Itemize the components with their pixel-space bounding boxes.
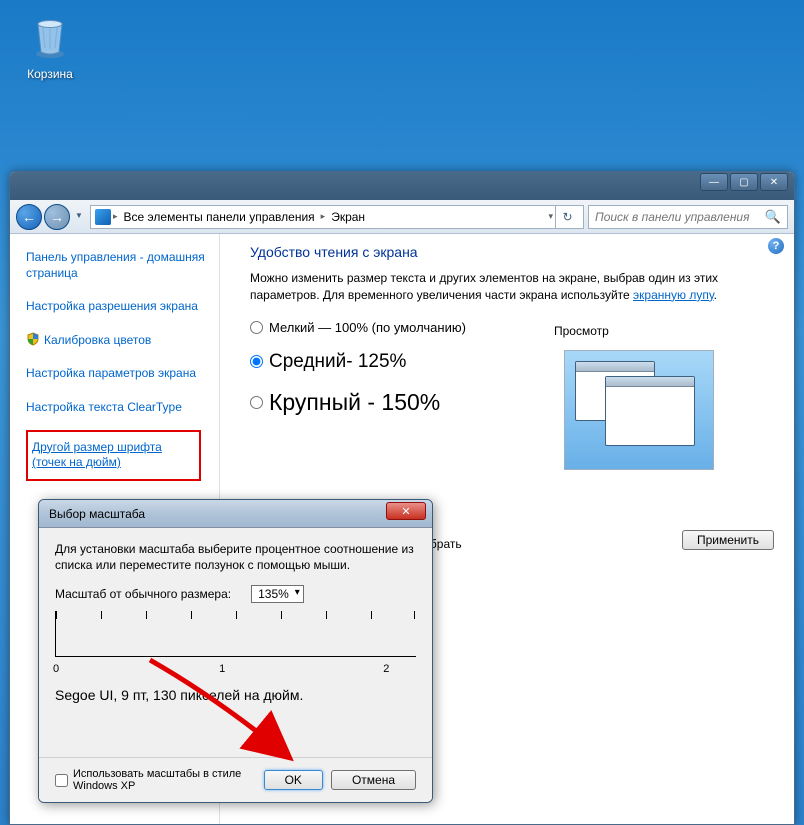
radio-large-label: Крупный - 150% bbox=[269, 389, 440, 416]
ruler-labels: 012 bbox=[55, 663, 416, 675]
sidebar-resolution-link[interactable]: Настройка разрешения экрана bbox=[26, 295, 211, 319]
breadcrumb-item-all[interactable]: Все элементы панели управления bbox=[120, 210, 319, 224]
maximize-button[interactable]: ▢ bbox=[730, 173, 758, 191]
nav-history-dropdown[interactable]: ▼ bbox=[72, 204, 86, 228]
nav-forward-button[interactable]: → bbox=[44, 204, 70, 230]
preview-area: Просмотр bbox=[554, 324, 754, 470]
preview-label: Просмотр bbox=[554, 324, 754, 338]
navbar: ← → ▼ ▸ Все элементы панели управления ▸… bbox=[10, 200, 794, 234]
sidebar-dpi-link[interactable]: Другой размер шрифта (точек на дюйм) bbox=[32, 436, 195, 475]
apply-button[interactable]: Применить bbox=[682, 530, 774, 550]
breadcrumb-item-display[interactable]: Экран bbox=[327, 210, 369, 224]
search-box[interactable]: 🔍 bbox=[588, 205, 788, 229]
magnifier-link[interactable]: экранную лупу bbox=[633, 288, 714, 302]
preview-thumbnail bbox=[564, 350, 714, 470]
cancel-button[interactable]: Отмена bbox=[331, 770, 416, 790]
recycle-bin-label: Корзина bbox=[20, 67, 80, 81]
search-icon: 🔍 bbox=[765, 209, 781, 225]
ruler-slider[interactable] bbox=[55, 611, 416, 657]
dialog-description: Для установки масштаба выберите процентн… bbox=[55, 542, 416, 573]
sidebar-calibration-link[interactable]: Калибровка цветов bbox=[26, 329, 211, 353]
scale-label: Масштаб от обычного размера: bbox=[55, 587, 231, 601]
radio-small-label: Мелкий — 100% (по умолчанию) bbox=[269, 320, 466, 335]
titlebar[interactable]: — ▢ ✕ bbox=[10, 172, 794, 200]
xp-style-label: Использовать масштабы в стиле Windows XP bbox=[73, 768, 256, 792]
dpi-dialog: Выбор масштаба ✕ Для установки масштаба … bbox=[38, 499, 433, 803]
minimize-button[interactable]: — bbox=[700, 173, 728, 191]
breadcrumb[interactable]: ▸ Все элементы панели управления ▸ Экран… bbox=[90, 205, 584, 229]
scale-dropdown[interactable]: 135% bbox=[251, 585, 304, 603]
recycle-bin-icon bbox=[26, 12, 74, 60]
recycle-bin[interactable]: Корзина bbox=[20, 12, 80, 81]
nav-back-button[interactable]: ← bbox=[16, 204, 42, 230]
sidebar-dpi-highlight: Другой размер шрифта (точек на дюйм) bbox=[26, 430, 201, 481]
refresh-button[interactable]: ↻ bbox=[555, 205, 579, 229]
radio-medium-label: Средний- 125% bbox=[269, 351, 406, 373]
radio-large[interactable] bbox=[250, 396, 263, 409]
xp-style-checkbox[interactable] bbox=[55, 774, 68, 787]
sidebar-home-link[interactable]: Панель управления - домашняя страница bbox=[26, 246, 211, 285]
chevron-right-icon: ▸ bbox=[113, 211, 118, 222]
page-heading: Удобство чтения с экрана bbox=[250, 244, 774, 260]
control-panel-icon bbox=[95, 209, 111, 225]
dialog-title: Выбор масштаба bbox=[49, 507, 145, 521]
radio-medium[interactable] bbox=[250, 355, 263, 368]
dialog-close-button[interactable]: ✕ bbox=[386, 502, 426, 520]
page-description: Можно изменить размер текста и других эл… bbox=[250, 270, 774, 304]
sample-text: Segoe UI, 9 пт, 130 пикселей на дюйм. bbox=[55, 687, 416, 703]
radio-small[interactable] bbox=[250, 321, 263, 334]
xp-style-checkbox-row[interactable]: Использовать масштабы в стиле Windows XP bbox=[55, 768, 256, 792]
chevron-right-icon: ▸ bbox=[321, 211, 326, 222]
sidebar-display-params-link[interactable]: Настройка параметров экрана bbox=[26, 362, 211, 386]
close-button[interactable]: ✕ bbox=[760, 173, 788, 191]
dialog-titlebar[interactable]: Выбор масштаба ✕ bbox=[39, 500, 432, 528]
ok-button[interactable]: OK bbox=[264, 770, 323, 790]
search-input[interactable] bbox=[595, 210, 765, 224]
help-icon[interactable]: ? bbox=[768, 238, 784, 254]
chevron-down-icon[interactable]: ▾ bbox=[548, 211, 553, 222]
shield-icon bbox=[26, 332, 40, 346]
sidebar-cleartype-link[interactable]: Настройка текста ClearType bbox=[26, 396, 211, 420]
